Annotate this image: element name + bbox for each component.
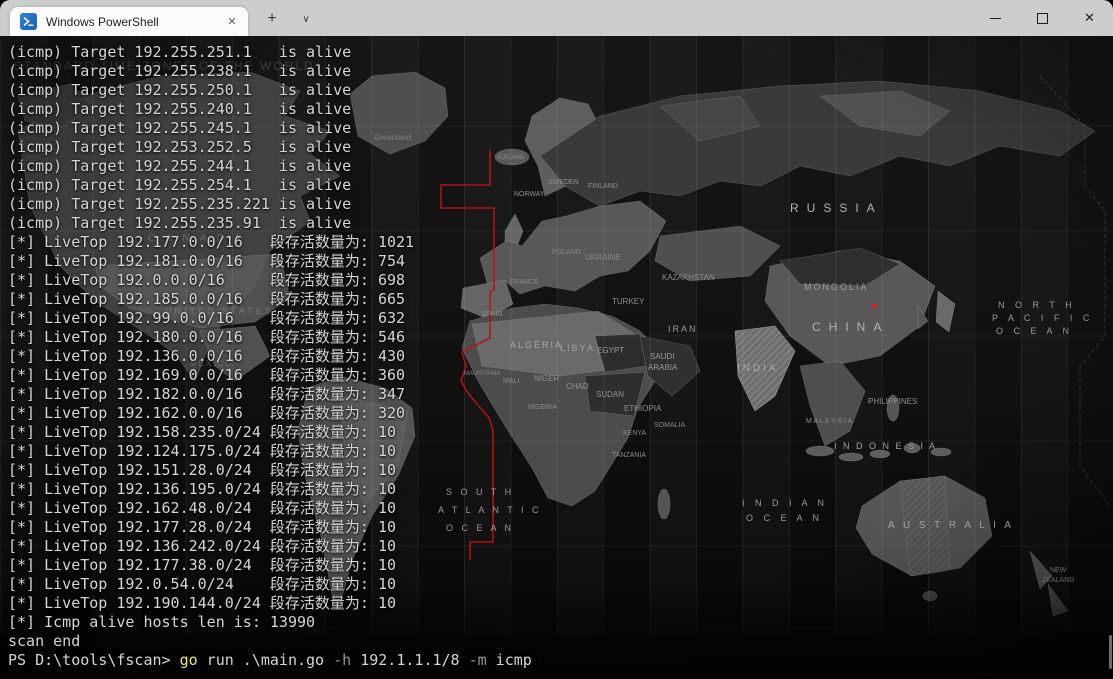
terminal-line: (icmp) Target 192.255.244.1 is alive	[8, 157, 1113, 176]
terminal-line: [*] LiveTop 192.182.0.0/16 段存活数量为: 347	[8, 385, 1113, 404]
terminal-line: (icmp) Target 192.255.240.1 is alive	[8, 100, 1113, 119]
window-controls: ✕	[972, 0, 1113, 36]
tab-title: Windows PowerShell	[46, 15, 222, 29]
terminal-line: [*] LiveTop 192.136.242.0/24 段存活数量为: 10	[8, 537, 1113, 556]
maximize-icon	[1037, 13, 1048, 24]
terminal-line: [*] LiveTop 192.162.0.0/16 段存活数量为: 320	[8, 404, 1113, 423]
minimize-icon	[990, 18, 1001, 19]
terminal-line: [*] LiveTop 192.169.0.0/16 段存活数量为: 360	[8, 366, 1113, 385]
terminal-line: [*] LiveTop 192.151.28.0/24 段存活数量为: 10	[8, 461, 1113, 480]
terminal-line: [*] LiveTop 192.0.0.0/16 段存活数量为: 698	[8, 271, 1113, 290]
minimize-button[interactable]	[972, 0, 1019, 36]
new-tab-button[interactable]: +	[258, 8, 286, 30]
terminal-line: (icmp) Target 192.255.235.91 is alive	[8, 214, 1113, 233]
terminal-line: (icmp) Target 192.253.252.5 is alive	[8, 138, 1113, 157]
terminal-line: (icmp) Target 192.255.250.1 is alive	[8, 81, 1113, 100]
terminal-line: (icmp) Target 192.255.235.221 is alive	[8, 195, 1113, 214]
terminal-line: PS D:\tools\fscan> go run .\main.go -h 1…	[8, 651, 1113, 670]
terminal-line: (icmp) Target 192.255.254.1 is alive	[8, 176, 1113, 195]
terminal-line: [*] LiveTop 192.177.28.0/24 段存活数量为: 10	[8, 518, 1113, 537]
terminal-line: [*] LiveTop 192.136.195.0/24 段存活数量为: 10	[8, 480, 1113, 499]
terminal-line: [*] LiveTop 192.136.0.0/16 段存活数量为: 430	[8, 347, 1113, 366]
tab-windows-powershell[interactable]: Windows PowerShell ✕	[10, 7, 248, 36]
powershell-icon	[20, 13, 37, 30]
terminal-line: [*] LiveTop 192.124.175.0/24 段存活数量为: 10	[8, 442, 1113, 461]
scrollbar-thumb[interactable]	[1109, 635, 1112, 669]
tab-dropdown-button[interactable]: ∨	[292, 8, 320, 30]
terminal-line: [*] LiveTop 192.0.54.0/24 段存活数量为: 10	[8, 575, 1113, 594]
terminal-line: [*] LiveTop 192.181.0.0/16 段存活数量为: 754	[8, 252, 1113, 271]
terminal-output: (icmp) Target 192.255.251.1 is alive(icm…	[0, 36, 1113, 679]
terminal-line: (icmp) Target 192.255.238.1 is alive	[8, 62, 1113, 81]
terminal-line: [*] LiveTop 192.177.0.0/16 段存活数量为: 1021	[8, 233, 1113, 252]
terminal-line: [*] LiveTop 192.190.144.0/24 段存活数量为: 10	[8, 594, 1113, 613]
terminal-line: (icmp) Target 192.255.251.1 is alive	[8, 43, 1113, 62]
terminal-viewport[interactable]: STANDARD TIME ZONES OF THE WORLD Greenla…	[0, 36, 1113, 679]
terminal-line: [*] LiveTop 192.99.0.0/16 段存活数量为: 632	[8, 309, 1113, 328]
title-bar[interactable]: Windows PowerShell ✕ + ∨ ✕	[0, 0, 1113, 36]
terminal-line: [*] LiveTop 192.177.38.0/24 段存活数量为: 10	[8, 556, 1113, 575]
terminal-line: [*] LiveTop 192.180.0.0/16 段存活数量为: 546	[8, 328, 1113, 347]
terminal-line: [*] LiveTop 192.158.235.0/24 段存活数量为: 10	[8, 423, 1113, 442]
terminal-line: [*] LiveTop 192.162.48.0/24 段存活数量为: 10	[8, 499, 1113, 518]
tab-close-icon[interactable]: ✕	[222, 12, 242, 32]
close-button[interactable]: ✕	[1066, 0, 1113, 36]
terminal-line: (icmp) Target 192.255.245.1 is alive	[8, 119, 1113, 138]
terminal-line: [*] Icmp alive hosts len is: 13990	[8, 613, 1113, 632]
terminal-line: [*] LiveTop 192.185.0.0/16 段存活数量为: 665	[8, 290, 1113, 309]
maximize-button[interactable]	[1019, 0, 1066, 36]
terminal-window: Windows PowerShell ✕ + ∨ ✕	[0, 0, 1113, 679]
terminal-line: scan end	[8, 632, 1113, 651]
